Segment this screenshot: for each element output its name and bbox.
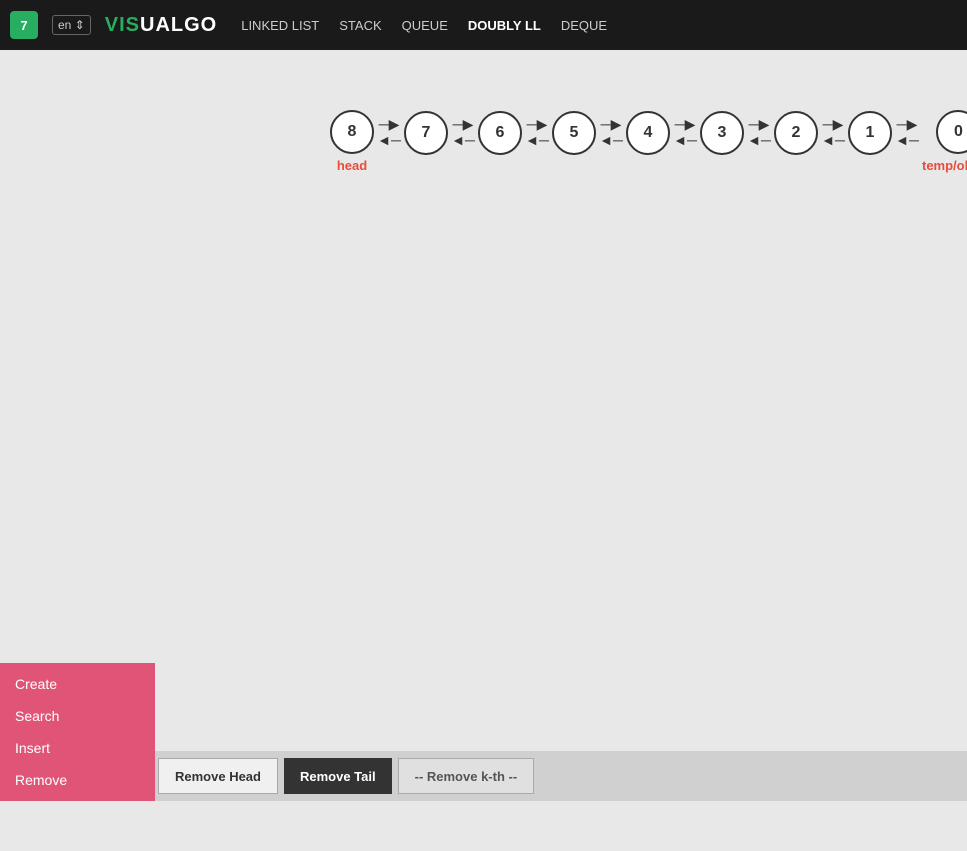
arrow-right-2: ─▶ <box>527 117 548 131</box>
menu-remove[interactable]: Remove <box>0 764 155 796</box>
list-node-3: 5 <box>552 111 596 173</box>
menu-search[interactable]: Search <box>0 700 155 732</box>
nav-stack[interactable]: STACK <box>339 18 381 33</box>
action-bar: Remove Head Remove Tail -- Remove k-th -… <box>155 751 967 801</box>
list-node-4: 4 <box>626 111 670 173</box>
arrow-left-0: ◄─ <box>377 133 401 147</box>
list-node-2: 6 <box>478 111 522 173</box>
arrow-0: ─▶ ◄─ <box>374 117 404 147</box>
navbar: 7 en ⇕ VISUALGO LINKED LIST STACK QUEUE … <box>0 0 967 50</box>
arrow-right-7: ─▶ <box>897 117 918 131</box>
list-node-8: 0 temp/oldtail <box>922 110 967 173</box>
nav-queue[interactable]: QUEUE <box>402 18 448 33</box>
list-node-5: 3 <box>700 111 744 173</box>
arrow-right-4: ─▶ <box>675 117 696 131</box>
arrow-3: ─▶ ◄─ <box>596 117 626 147</box>
node-circle-0: 8 <box>330 110 374 154</box>
arrow-right-3: ─▶ <box>601 117 622 131</box>
arrow-4: ─▶ ◄─ <box>670 117 700 147</box>
node-circle-8: 0 <box>936 110 967 154</box>
node-circle-6: 2 <box>774 111 818 155</box>
menu-create[interactable]: Create <box>0 668 155 700</box>
nav-linked-list[interactable]: LINKED LIST <box>241 18 319 33</box>
arrow-left-2: ◄─ <box>525 133 549 147</box>
nav-deque[interactable]: DEQUE <box>561 18 607 33</box>
arrow-left-4: ◄─ <box>673 133 697 147</box>
nav-doubly-ll[interactable]: DOUBLY LL <box>468 18 541 33</box>
remove-head-button[interactable]: Remove Head <box>158 758 278 794</box>
arrow-left-1: ◄─ <box>451 133 475 147</box>
node-circle-7: 1 <box>848 111 892 155</box>
arrow-right-6: ─▶ <box>823 117 844 131</box>
arrow-right-1: ─▶ <box>453 117 474 131</box>
node-label-8: temp/oldtail <box>922 158 967 173</box>
node-circle-5: 3 <box>700 111 744 155</box>
node-label-0: head <box>337 158 367 173</box>
arrow-right-0: ─▶ <box>379 117 400 131</box>
arrow-7: ─▶ ◄─ <box>892 117 922 147</box>
arrow-6: ─▶ ◄─ <box>818 117 848 147</box>
list-node-7: 1 <box>848 111 892 173</box>
arrow-left-6: ◄─ <box>821 133 845 147</box>
arrow-right-5: ─▶ <box>749 117 770 131</box>
arrow-1: ─▶ ◄─ <box>448 117 478 147</box>
arrow-5: ─▶ ◄─ <box>744 117 774 147</box>
list-node-1: 7 <box>404 111 448 173</box>
lang-selector[interactable]: en ⇕ <box>52 15 91 35</box>
node-circle-1: 7 <box>404 111 448 155</box>
nav-links: LINKED LIST STACK QUEUE DOUBLY LL DEQUE <box>241 18 607 33</box>
list-node-6: 2 <box>774 111 818 173</box>
canvas-area: 8head─▶◄─7─▶◄─6─▶◄─5─▶◄─4─▶◄─3─▶◄─2─▶◄─1… <box>0 50 967 801</box>
arrow-left-7: ◄─ <box>895 133 919 147</box>
node-circle-2: 6 <box>478 111 522 155</box>
list-node-0: 8 head <box>330 110 374 173</box>
list-visualization: 8head─▶◄─7─▶◄─6─▶◄─5─▶◄─4─▶◄─3─▶◄─2─▶◄─1… <box>330 110 967 173</box>
arrow-2: ─▶ ◄─ <box>522 117 552 147</box>
node-circle-3: 5 <box>552 111 596 155</box>
arrow-left-3: ◄─ <box>599 133 623 147</box>
arrow-left-5: ◄─ <box>747 133 771 147</box>
remove-tail-button[interactable]: Remove Tail <box>284 758 392 794</box>
node-circle-4: 4 <box>626 111 670 155</box>
left-panel: Create Search Insert Remove <box>0 663 155 801</box>
menu-insert[interactable]: Insert <box>0 732 155 764</box>
brand-logo: VISUALGO <box>105 14 217 37</box>
remove-kth-button[interactable]: -- Remove k-th -- <box>398 758 535 794</box>
logo-icon: 7 <box>10 11 38 39</box>
